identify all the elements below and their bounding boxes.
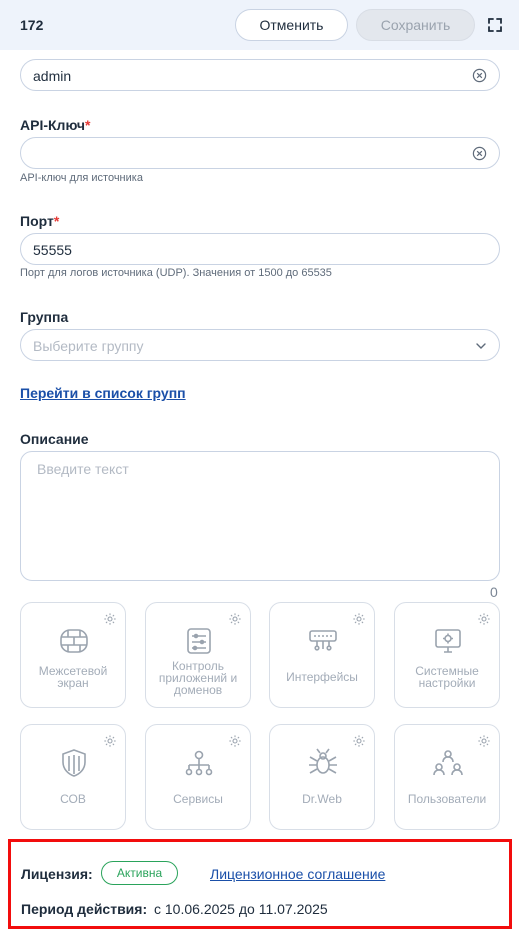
login-input[interactable]: admin [20, 59, 500, 91]
api-key-input[interactable] [20, 137, 500, 169]
tile-users[interactable]: Пользователи [394, 724, 500, 830]
description-placeholder: Введите текст [37, 461, 129, 477]
gear-icon[interactable] [352, 734, 366, 748]
tile-label: Системные настройки [415, 664, 479, 690]
status-badge: Активна [101, 861, 178, 885]
tile-label: Контроль приложений и доменов [158, 659, 238, 697]
tile-app-control[interactable]: Контроль приложений и доменов [145, 602, 251, 708]
description-label: Описание [20, 431, 89, 447]
tile-label: Пользователи [407, 792, 487, 806]
tile-services[interactable]: Сервисы [145, 724, 251, 830]
port-input[interactable]: 55555 [20, 233, 500, 265]
expand-icon[interactable] [487, 17, 503, 33]
clear-icon[interactable] [472, 146, 487, 161]
login-value: admin [33, 68, 72, 84]
group-placeholder: Выберите группу [33, 338, 144, 354]
tile-label: Dr.Web [302, 792, 342, 806]
shield-icon [62, 749, 86, 777]
gear-icon[interactable] [352, 612, 366, 626]
tile-label: СОВ [60, 792, 86, 806]
tile-label: Интерфейсы [286, 670, 358, 684]
gear-icon[interactable] [103, 612, 117, 626]
port-label: Порт* [20, 213, 60, 229]
group-select[interactable]: Выберите группу [20, 329, 500, 361]
license-label: Лицензия: [21, 866, 93, 882]
license-panel: Лицензия: Активна Лицензионное соглашени… [8, 839, 512, 929]
tile-label: Сервисы [173, 792, 223, 806]
firewall-icon [60, 629, 88, 653]
system-settings-icon [435, 629, 461, 653]
users-icon [433, 750, 463, 776]
app-control-icon [187, 628, 211, 654]
tile-system-settings[interactable]: Системные настройки [394, 602, 500, 708]
api-key-label: API-Ключ* [20, 117, 91, 133]
chevron-down-icon [476, 343, 486, 349]
cancel-button[interactable]: Отменить [235, 9, 348, 41]
services-icon [185, 750, 213, 776]
tile-firewall[interactable]: Межсетевой экран [20, 602, 126, 708]
port-value: 55555 [33, 242, 72, 258]
license-agreement-link[interactable]: Лицензионное соглашение [210, 866, 385, 882]
port-hint: Порт для логов источника (UDP). Значения… [20, 267, 332, 279]
groups-list-link[interactable]: Перейти в список групп [20, 385, 186, 401]
period-value: с 10.06.2025 до 11.07.2025 [154, 901, 328, 917]
gear-icon[interactable] [228, 734, 242, 748]
record-id: 172 [20, 17, 44, 33]
description-textarea[interactable]: Введите текст [20, 451, 500, 581]
clear-icon[interactable] [472, 68, 487, 83]
tile-interfaces[interactable]: Интерфейсы [269, 602, 375, 708]
save-button[interactable]: Сохранить [356, 9, 475, 41]
period-label: Период действия: [21, 901, 148, 917]
gear-icon[interactable] [477, 612, 491, 626]
drweb-spider-icon [309, 748, 337, 774]
char-counter: 0 [490, 584, 498, 600]
gear-icon[interactable] [103, 734, 117, 748]
top-bar: 172 Отменить Сохранить [0, 0, 519, 50]
group-label: Группа [20, 309, 69, 325]
gear-icon[interactable] [228, 612, 242, 626]
gear-icon[interactable] [477, 734, 491, 748]
interfaces-icon [309, 630, 337, 651]
tile-ids[interactable]: СОВ [20, 724, 126, 830]
tile-label: Межсетевой экран [38, 664, 108, 690]
tile-drweb[interactable]: Dr.Web [269, 724, 375, 830]
api-key-hint: API-ключ для источника [20, 172, 143, 184]
